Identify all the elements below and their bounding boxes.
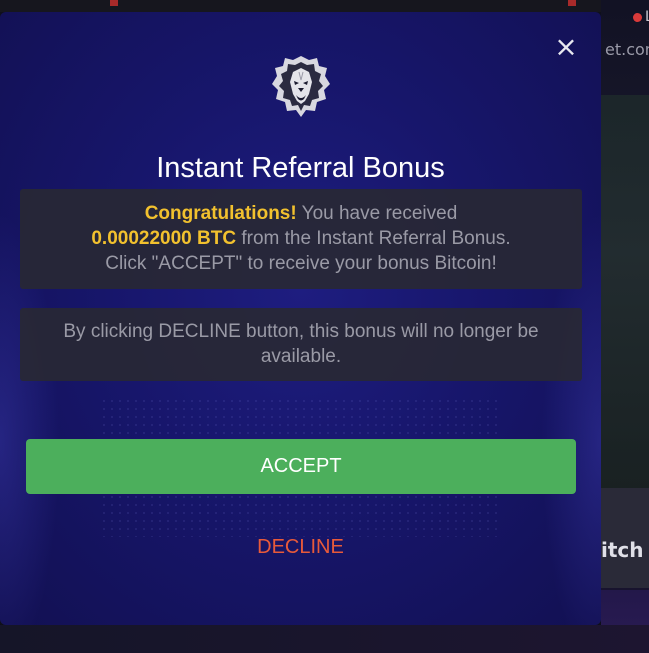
accept-button[interactable]: ACCEPT [26,439,576,494]
decline-warning-text: By clicking DECLINE button, this bonus w… [63,321,539,367]
background-red-marker [568,0,576,6]
background-bottom-bar [0,625,649,653]
decline-button[interactable]: DECLINE [200,534,401,560]
lion-head-icon [271,54,331,118]
bonus-info-box: Congratulations! You have received 0.000… [20,189,582,289]
background-url-fragment: et.com [605,40,649,59]
live-dot-icon [633,13,642,22]
congratulations-text: Congratulations! [144,203,297,224]
source-text: from the Instant Referral Bonus. [236,228,511,249]
referral-bonus-modal: × Instant Referral Bonus Congratulations… [0,12,601,625]
background-red-marker [110,0,118,6]
background-top-bar [0,0,601,12]
received-text: You have received [296,203,458,224]
modal-title: Instant Referral Bonus [156,152,445,184]
background-site-strip: L et.com itch [601,0,649,653]
accept-instruction-text: Click "ACCEPT" to receive your bonus Bit… [105,253,497,274]
background-text-fragment: L [645,9,649,25]
close-button[interactable]: × [553,33,579,61]
decline-warning-box: By clicking DECLINE button, this bonus w… [20,308,582,381]
background-panel [601,95,649,490]
close-icon: × [554,30,578,63]
background-brand-fragment: itch [601,538,644,562]
bonus-amount: 0.00022000 BTC [91,228,237,249]
